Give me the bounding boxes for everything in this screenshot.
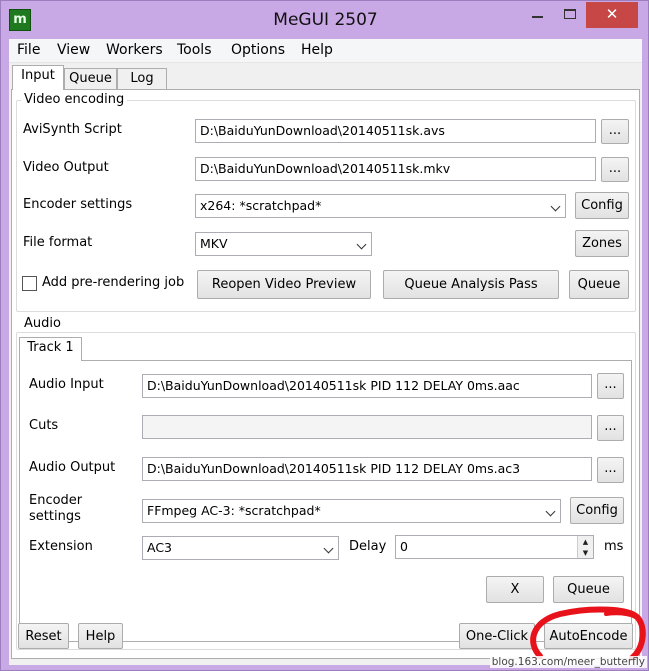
audio-input-field[interactable]: D:\BaiduYunDownload\20140511sk PID 112 D… — [142, 374, 592, 398]
help-button[interactable]: Help — [78, 623, 123, 649]
extension-value: AC3 — [147, 540, 173, 555]
audio-encoder-label-line1: Encoder — [29, 493, 83, 508]
menu-options[interactable]: Options — [229, 42, 287, 58]
cuts-field[interactable] — [142, 415, 592, 439]
video-output-label: Video Output — [23, 160, 109, 175]
tab-log[interactable]: Log — [117, 68, 167, 90]
menu-file[interactable]: File — [15, 42, 42, 58]
extension-select[interactable]: AC3 — [142, 536, 339, 560]
window-frame: m MeGUI 2507 ✕ File View Workers Tools O… — [0, 0, 649, 671]
extension-label: Extension — [29, 539, 93, 554]
video-queue-button[interactable]: Queue — [569, 270, 629, 299]
file-format-select[interactable]: MKV — [195, 232, 372, 256]
file-format-label: File format — [23, 235, 93, 250]
audio-track-panel: Audio Input D:\BaiduYunDownload\20140511… — [19, 360, 632, 642]
delay-input[interactable]: 0 ▲ ▼ — [395, 535, 594, 559]
cuts-browse-button[interactable]: ... — [597, 415, 624, 441]
encoder-settings-label: Encoder settings — [23, 197, 133, 212]
audio-output-label: Audio Output — [29, 460, 116, 475]
audio-queue-button[interactable]: Queue — [553, 576, 624, 603]
audio-remove-button[interactable]: X — [486, 576, 544, 603]
zones-button[interactable]: Zones — [575, 230, 629, 257]
audio-input-browse-button[interactable]: ... — [597, 373, 624, 399]
client-area: File View Workers Tools Options Help Inp… — [9, 39, 642, 665]
tab-input[interactable]: Input — [12, 65, 64, 90]
delay-value: 0 — [400, 539, 408, 554]
video-encoder-select[interactable]: x264: *scratchpad* — [195, 194, 566, 218]
audio-output-browse-button[interactable]: ... — [597, 457, 624, 483]
video-output-browse-button[interactable]: ... — [601, 157, 629, 182]
tab-track-1[interactable]: Track 1 — [19, 337, 82, 361]
one-click-button[interactable]: One-Click — [459, 623, 535, 649]
video-config-button[interactable]: Config — [575, 192, 629, 219]
menu-workers[interactable]: Workers — [104, 42, 165, 58]
close-icon: ✕ — [605, 5, 619, 23]
chevron-down-icon — [323, 543, 334, 554]
autoencode-button[interactable]: AutoEncode — [544, 623, 633, 649]
avisynth-label: AviSynth Script — [23, 122, 122, 137]
minimize-button[interactable] — [522, 2, 552, 28]
cuts-label: Cuts — [29, 418, 59, 433]
chevron-down-icon — [356, 239, 367, 250]
video-encoding-label: Video encoding — [21, 92, 128, 107]
prerender-label: Add pre-rendering job — [42, 275, 185, 290]
minimize-icon — [532, 16, 543, 18]
video-output-input[interactable]: D:\BaiduYunDownload\20140511sk.mkv — [195, 157, 596, 181]
delay-unit-label: ms — [604, 539, 624, 554]
reset-button[interactable]: Reset — [18, 623, 69, 649]
chevron-down-icon — [545, 506, 556, 517]
menu-help[interactable]: Help — [299, 42, 335, 58]
close-button[interactable]: ✕ — [586, 2, 638, 28]
spin-down-icon[interactable]: ▼ — [577, 547, 593, 558]
input-tab-panel: Video encoding AviSynth Script D:\BaiduY… — [11, 89, 640, 659]
avisynth-browse-button[interactable]: ... — [601, 119, 629, 144]
reopen-preview-button[interactable]: Reopen Video Preview — [197, 270, 371, 299]
watermark-text: blog.163.com/meer_butterfly — [489, 656, 647, 668]
audio-encoder-value: FFmpeg AC-3: *scratchpad* — [147, 503, 321, 518]
avisynth-input[interactable]: D:\BaiduYunDownload\20140511sk.avs — [195, 119, 596, 143]
delay-label: Delay — [349, 539, 387, 554]
title-bar[interactable]: m MeGUI 2507 ✕ — [1, 1, 649, 39]
video-encoder-value: x264: *scratchpad* — [200, 198, 322, 213]
prerender-checkbox[interactable] — [22, 276, 37, 291]
audio-encoder-select[interactable]: FFmpeg AC-3: *scratchpad* — [142, 499, 561, 523]
maximize-icon — [564, 9, 576, 19]
menu-tools[interactable]: Tools — [175, 42, 214, 58]
maximize-button[interactable] — [554, 2, 584, 28]
audio-input-label: Audio Input — [29, 377, 104, 392]
menu-view[interactable]: View — [55, 42, 92, 58]
audio-config-button[interactable]: Config — [570, 497, 624, 524]
queue-analysis-button[interactable]: Queue Analysis Pass — [383, 270, 559, 299]
chevron-down-icon — [550, 201, 561, 212]
audio-encoder-label: Encoder settings — [29, 493, 82, 525]
audio-encoder-label-line2: settings — [29, 509, 81, 524]
menu-bar: File View Workers Tools Options Help — [9, 39, 642, 63]
tab-queue[interactable]: Queue — [64, 68, 117, 90]
audio-output-field[interactable]: D:\BaiduYunDownload\20140511sk PID 112 D… — [142, 457, 592, 481]
file-format-value: MKV — [200, 236, 228, 251]
audio-label: Audio — [21, 316, 64, 331]
